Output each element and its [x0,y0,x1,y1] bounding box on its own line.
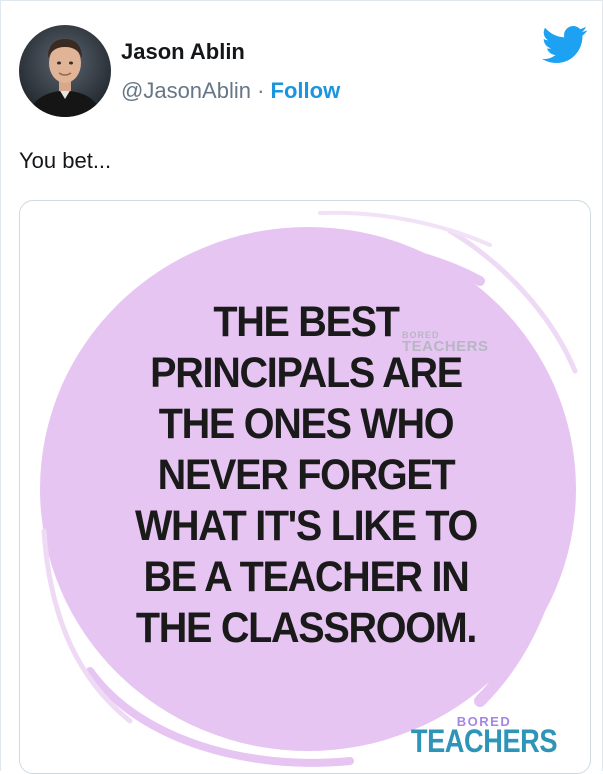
quote-line: NEVER FORGET [157,451,456,499]
author-handle[interactable]: @JasonAblin [121,78,251,103]
handle-row: @JasonAblin · Follow [121,78,340,104]
tweet-embed: Jason Ablin @JasonAblin · Follow You bet… [0,0,603,774]
quote-line: THE CLASSROOM. [135,604,478,652]
media-card[interactable]: BORED TEACHERS THE BEST PRINCIPALS ARE T… [19,200,591,774]
quote-line: THE ONES WHO [158,400,455,448]
quote-line: THE BEST [213,298,400,346]
quote-line: BE A TEACHER IN [143,553,469,601]
bored-teachers-logo: BORED TEACHERS [398,715,570,757]
quote-text: THE BEST PRINCIPALS ARE THE ONES WHO NEV… [43,297,569,654]
brand-big: TEACHERS [410,723,558,759]
author-name[interactable]: Jason Ablin [121,39,245,65]
follow-button[interactable]: Follow [271,78,341,103]
quote-line: PRINCIPALS ARE [150,349,463,397]
separator-dot: · [257,78,265,103]
quote-line: WHAT IT'S LIKE TO [134,502,478,550]
avatar-image [19,25,111,117]
twitter-bird-icon[interactable] [542,25,588,65]
tweet-text: You bet... [19,148,112,173]
avatar[interactable] [19,25,111,117]
twitter-bird-icon-svg [542,26,588,64]
